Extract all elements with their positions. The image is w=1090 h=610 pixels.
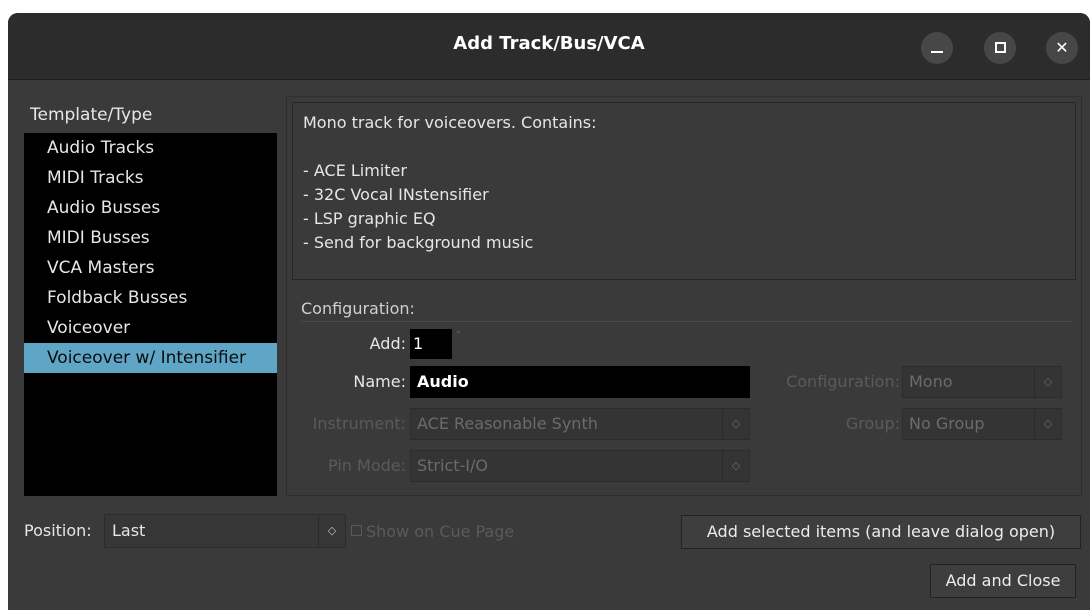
position-value: Last <box>112 521 146 540</box>
checkbox-icon <box>351 525 362 536</box>
configuration-divider <box>301 321 1071 322</box>
list-item-foldback-busses[interactable]: Foldback Busses <box>24 283 277 313</box>
chevron-updown-icon: ◇ <box>722 409 749 439</box>
group-value: No Group <box>909 414 985 433</box>
group-select[interactable]: No Group ◇ <box>902 408 1062 440</box>
close-icon: ✕ <box>1055 38 1069 57</box>
show-on-cue-label: Show on Cue Page <box>366 522 515 541</box>
maximize-icon <box>994 42 1006 53</box>
pin-mode-select[interactable]: Strict-I/O ◇ <box>410 450 750 482</box>
list-item-midi-tracks[interactable]: MIDI Tracks <box>24 163 277 193</box>
minimize-icon <box>931 51 943 53</box>
list-item-audio-tracks[interactable]: Audio Tracks <box>24 133 277 163</box>
chevron-updown-icon: ◇ <box>318 515 345 547</box>
minimize-button[interactable] <box>921 32 953 64</box>
group-label: Group: <box>845 414 900 433</box>
add-spinner-icon[interactable]: ˇ <box>456 331 461 342</box>
description-line: Mono track for voiceovers. Contains: <box>303 113 597 132</box>
template-type-list[interactable]: Audio Tracks MIDI Tracks Audio Busses MI… <box>24 133 277 496</box>
position-label: Position: <box>24 521 92 540</box>
name-label: Name: <box>353 372 406 391</box>
position-select[interactable]: Last ◇ <box>104 514 346 548</box>
show-on-cue-checkbox[interactable]: Show on Cue Page <box>351 522 514 541</box>
maximize-button[interactable] <box>984 32 1016 64</box>
description-line: - ACE Limiter <box>303 161 407 180</box>
list-item-voiceover-intensifier[interactable]: Voiceover w/ Intensifier <box>24 343 277 373</box>
list-item-voiceover[interactable]: Voiceover <box>24 313 277 343</box>
template-type-label: Template/Type <box>30 105 153 125</box>
configuration-select[interactable]: Mono ◇ <box>902 366 1062 398</box>
template-description: Mono track for voiceovers. Contains: - A… <box>292 102 1076 280</box>
add-selected-button[interactable]: Add selected items (and leave dialog ope… <box>681 515 1081 549</box>
instrument-value: ACE Reasonable Synth <box>417 414 598 433</box>
description-line <box>303 135 1065 159</box>
instrument-select[interactable]: ACE Reasonable Synth ◇ <box>410 408 750 440</box>
configuration-label: Configuration: <box>786 372 900 391</box>
list-item-vca-masters[interactable]: VCA Masters <box>24 253 277 283</box>
add-and-close-button[interactable]: Add and Close <box>930 564 1076 598</box>
list-item-midi-busses[interactable]: MIDI Busses <box>24 223 277 253</box>
pin-mode-label: Pin Mode: <box>328 456 406 475</box>
close-button[interactable]: ✕ <box>1046 32 1078 64</box>
chevron-updown-icon: ◇ <box>1034 409 1061 439</box>
configuration-value: Mono <box>909 372 953 391</box>
configuration-section-label: Configuration: <box>301 299 415 318</box>
title-bar: Add Track/Bus/VCA ✕ <box>8 13 1090 80</box>
description-line: - 32C Vocal INstensifier <box>303 185 489 204</box>
list-item-audio-busses[interactable]: Audio Busses <box>24 193 277 223</box>
add-track-dialog: Add Track/Bus/VCA ✕ Template/Type Audio … <box>8 13 1090 610</box>
pin-mode-value: Strict-I/O <box>417 456 488 475</box>
name-input[interactable]: Audio <box>410 366 750 398</box>
add-count-input[interactable]: 1 <box>410 329 452 359</box>
chevron-updown-icon: ◇ <box>722 451 749 481</box>
description-line: - LSP graphic EQ <box>303 209 436 228</box>
description-line: - Send for background music <box>303 233 534 252</box>
chevron-updown-icon: ◇ <box>1034 367 1061 397</box>
add-label: Add: <box>369 334 406 353</box>
instrument-label: Instrument: <box>312 414 406 433</box>
